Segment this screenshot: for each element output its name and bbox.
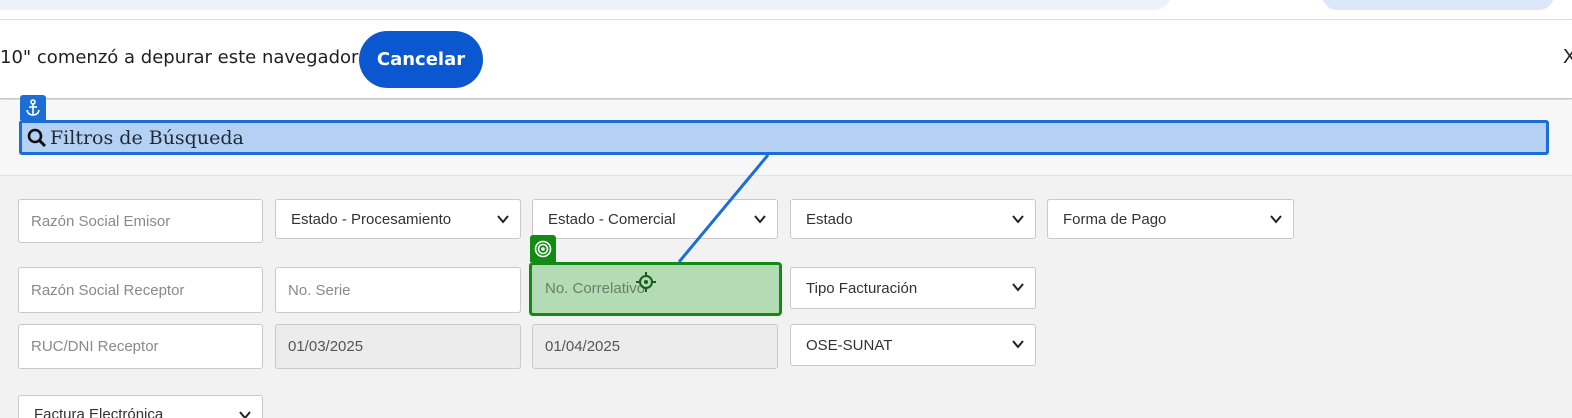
target-icon xyxy=(530,235,556,262)
razon-social-receptor-placeholder: Razón Social Receptor xyxy=(31,281,185,299)
chevron-down-icon xyxy=(497,215,509,224)
fecha-desde-value: 01/03/2025 xyxy=(288,338,364,355)
chevron-down-icon xyxy=(1012,340,1024,349)
razon-social-receptor-input[interactable]: Razón Social Receptor xyxy=(18,267,263,313)
tipo-documento-select[interactable]: Factura Electrónica xyxy=(18,395,263,418)
chevron-down-icon xyxy=(1012,283,1024,292)
razon-social-emisor-input[interactable]: Razón Social Emisor xyxy=(18,199,263,243)
estado-procesamiento-select[interactable]: Estado - Procesamiento xyxy=(275,199,521,239)
crosshair-icon xyxy=(636,272,656,292)
razon-social-emisor-placeholder: Razón Social Emisor xyxy=(31,212,171,230)
close-infobar-icon[interactable]: X xyxy=(1563,46,1572,69)
ose-value: OSE-SUNAT xyxy=(806,336,893,354)
ruc-dni-receptor-input[interactable]: RUC/DNI Receptor xyxy=(18,324,263,369)
infobar-message: 10" comenzó a depurar este navegador xyxy=(0,47,359,68)
tipo-facturacion-value: Tipo Facturación xyxy=(806,279,918,297)
no-serie-input[interactable]: No. Serie xyxy=(275,267,521,313)
anchor-icon xyxy=(20,95,46,120)
ose-select[interactable]: OSE-SUNAT xyxy=(790,324,1036,366)
estado-value: Estado xyxy=(806,210,853,228)
estado-comercial-value: Estado - Comercial xyxy=(548,210,676,228)
ruc-dni-receptor-placeholder: RUC/DNI Receptor xyxy=(31,338,159,355)
forma-pago-select[interactable]: Forma de Pago xyxy=(1047,199,1294,239)
estado-comercial-select[interactable]: Estado - Comercial xyxy=(532,199,778,239)
screen: 10" comenzó a depurar este navegador Can… xyxy=(0,0,1572,418)
address-bar[interactable] xyxy=(0,0,1172,10)
no-serie-placeholder: No. Serie xyxy=(288,281,351,299)
toolbar-pill[interactable] xyxy=(1322,0,1554,10)
filters-header-bar[interactable]: Filtros de Búsqueda xyxy=(19,120,1549,155)
chevron-down-icon xyxy=(239,411,251,418)
browser-top-strip xyxy=(0,0,1572,20)
chevron-down-icon xyxy=(754,215,766,224)
search-icon xyxy=(26,127,48,149)
forma-pago-value: Forma de Pago xyxy=(1063,210,1167,228)
fecha-desde-input[interactable]: 01/03/2025 xyxy=(275,324,521,369)
fecha-hasta-input[interactable]: 01/04/2025 xyxy=(532,324,778,369)
debugging-infobar: 10" comenzó a depurar este navegador Can… xyxy=(0,20,1572,99)
chevron-down-icon xyxy=(1012,215,1024,224)
chevron-down-icon xyxy=(1270,215,1282,224)
cancel-button[interactable]: Cancelar xyxy=(359,31,483,88)
fecha-hasta-value: 01/04/2025 xyxy=(545,338,621,355)
tipo-documento-value: Factura Electrónica xyxy=(34,406,164,418)
estado-procesamiento-value: Estado - Procesamiento xyxy=(291,210,452,228)
no-correlativo-placeholder: No. Correlativo xyxy=(545,280,646,297)
filters-title: Filtros de Búsqueda xyxy=(50,126,244,149)
tipo-facturacion-select[interactable]: Tipo Facturación xyxy=(790,267,1036,309)
estado-select[interactable]: Estado xyxy=(790,199,1036,239)
